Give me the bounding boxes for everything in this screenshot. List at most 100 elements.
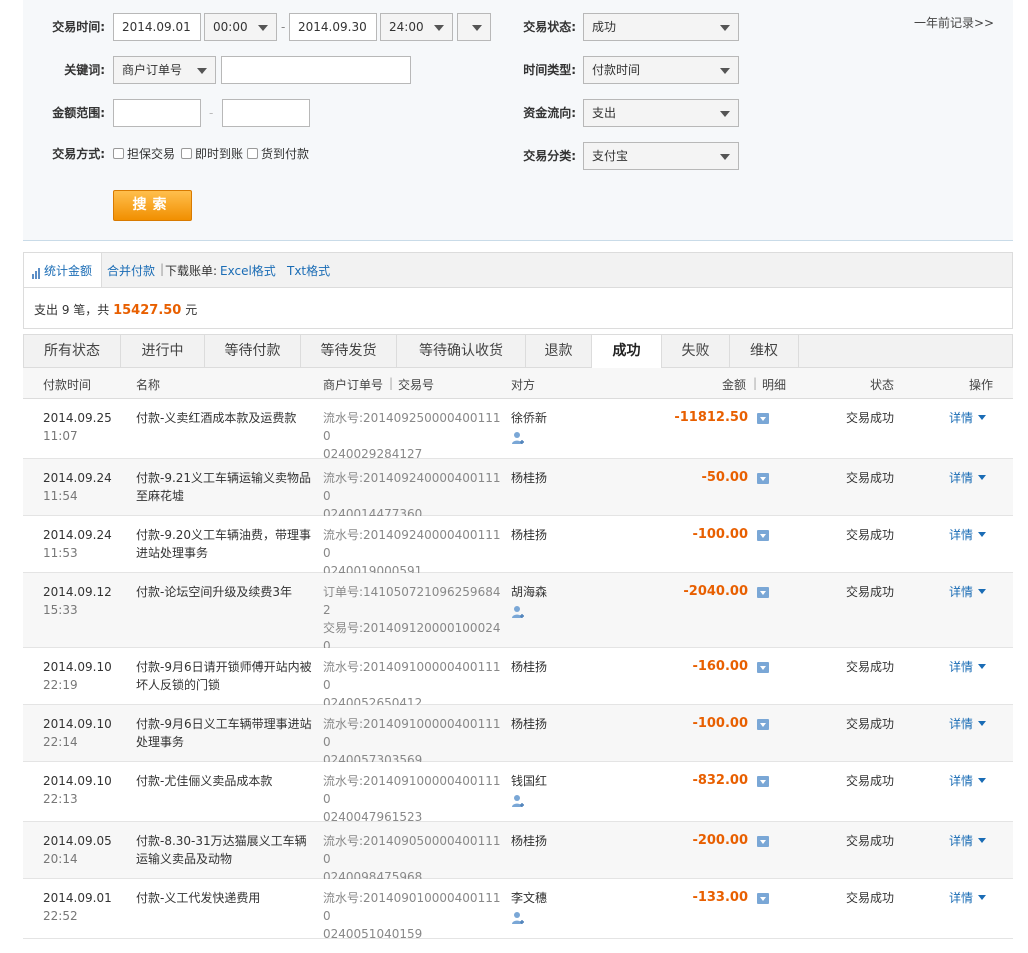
stat-amount-tab[interactable]: 统计金额 <box>32 262 92 279</box>
tab-success[interactable]: 成功 <box>592 335 662 369</box>
row-date: 2014.09.10 <box>43 717 112 731</box>
row-clock: 11:54 <box>43 489 78 503</box>
row-detail-label: 详情 <box>949 471 974 485</box>
col-trade-no: 交易号 <box>398 378 435 392</box>
row-status: 交易成功 <box>846 717 895 731</box>
merge-payment-link[interactable]: 合并付款 <box>107 262 155 279</box>
user-icon[interactable] <box>511 911 525 925</box>
col-party: 对方 <box>511 378 536 392</box>
end-time-value: 24:00 <box>389 20 424 34</box>
serial-line: 流水号:2014091000004001110 <box>323 717 501 749</box>
tab-failed[interactable]: 失败 <box>662 335 730 368</box>
tab-awaiting-shipment[interactable]: 等待发货 <box>301 335 397 368</box>
row-detail-link[interactable]: 详情 <box>949 409 987 427</box>
table-header: 付款时间 名称 商户订单号 | 交易号 对方 金额 | 明细 状态 操作 <box>23 368 1013 399</box>
row-detail-link[interactable]: 详情 <box>949 583 987 601</box>
mode-cod-checkbox[interactable]: 货到付款 <box>247 146 309 162</box>
mode-escrow-checkbox[interactable]: 担保交易 <box>113 146 175 162</box>
chevron-down-icon <box>978 778 987 783</box>
trade-status-label: 交易状态: <box>523 20 576 34</box>
tab-awaiting-receipt[interactable]: 等待确认收货 <box>397 335 526 368</box>
user-icon[interactable] <box>511 605 525 619</box>
row-detail-link[interactable]: 详情 <box>949 772 987 790</box>
amount-min-input[interactable] <box>113 99 201 127</box>
time-type-select[interactable]: 付款时间 <box>583 56 739 84</box>
row-detail-label: 详情 <box>949 774 974 788</box>
row-party-name: 胡海森 <box>511 585 548 599</box>
row-detail-link[interactable]: 详情 <box>949 889 987 907</box>
tab-dispute[interactable]: 维权 <box>730 335 799 368</box>
row-detail-link[interactable]: 详情 <box>949 469 987 487</box>
detail-dropdown-icon[interactable] <box>757 413 769 424</box>
row-time: 2014.09.12 15:33 <box>43 583 112 619</box>
excel-download-link[interactable]: Excel格式 <box>220 262 276 279</box>
chevron-down-icon <box>978 589 987 594</box>
row-serial: 流水号:2014090500004001110 0240098475968 <box>323 832 508 886</box>
end-time-select[interactable]: 24:00 <box>380 13 453 41</box>
detail-dropdown-icon[interactable] <box>757 719 769 730</box>
fund-flow-label: 资金流向: <box>523 106 576 120</box>
serial-line: 0240051040159 <box>323 927 423 941</box>
keyword-label: 关键词: <box>64 63 105 77</box>
row-amount: -100.00 <box>692 716 748 731</box>
user-icon[interactable] <box>511 794 525 808</box>
chevron-down-icon <box>197 68 207 74</box>
start-date-input[interactable]: 2014.09.01 <box>113 13 201 41</box>
summary-prefix: 支出 9 笔，共 <box>34 303 110 317</box>
table-row: 2014.09.24 11:53 付款-9.20义工车辆油费，带理事进站处理事务 流水… <box>23 516 1013 578</box>
row-date: 2014.09.12 <box>43 585 112 599</box>
detail-dropdown-icon[interactable] <box>757 893 769 904</box>
detail-dropdown-icon[interactable] <box>757 662 769 673</box>
category-value: 支付宝 <box>592 149 629 163</box>
mode-instant-checkbox[interactable]: 即时到账 <box>181 146 243 162</box>
toolbar: 统计金额 合并付款 | 下载账单: Excel格式 Txt格式 <box>23 252 1013 288</box>
user-icon[interactable] <box>511 431 525 445</box>
summary-unit: 元 <box>185 303 198 317</box>
row-detail-link[interactable]: 详情 <box>949 832 987 850</box>
row-status: 交易成功 <box>846 891 895 905</box>
trade-status-select[interactable]: 成功 <box>583 13 739 41</box>
col-time: 付款时间 <box>43 378 92 392</box>
row-clock: 11:07 <box>43 429 78 443</box>
detail-dropdown-icon[interactable] <box>757 530 769 541</box>
start-time-select[interactable]: 00:00 <box>204 13 277 41</box>
amount-max-input[interactable] <box>222 99 310 127</box>
chevron-down-icon <box>472 25 482 31</box>
row-name: 付款-义卖红酒成本款及运费款 <box>136 411 297 425</box>
search-button[interactable]: 搜索 <box>113 190 192 221</box>
table-row: 2014.09.25 11:07 付款-义卖红酒成本款及运费款 流水号:2014092… <box>23 399 1013 461</box>
trade-time-label: 交易时间: <box>52 20 105 34</box>
tab-refund[interactable]: 退款 <box>526 335 592 368</box>
row-date: 2014.09.10 <box>43 660 112 674</box>
chevron-down-icon <box>978 895 987 900</box>
row-date: 2014.09.01 <box>43 891 112 905</box>
txt-download-link[interactable]: Txt格式 <box>287 262 330 279</box>
detail-dropdown-icon[interactable] <box>757 776 769 787</box>
mode-cod-label: 货到付款 <box>261 147 310 161</box>
row-detail-label: 详情 <box>949 834 974 848</box>
fund-flow-select[interactable]: 支出 <box>583 99 739 127</box>
row-clock: 11:53 <box>43 546 78 560</box>
detail-dropdown-icon[interactable] <box>757 473 769 484</box>
tab-awaiting-payment[interactable]: 等待付款 <box>205 335 301 368</box>
tab-all[interactable]: 所有状态 <box>24 335 121 368</box>
past-year-records-link[interactable]: 一年前记录>> <box>914 14 994 31</box>
detail-dropdown-icon[interactable] <box>757 587 769 598</box>
keyword-input[interactable] <box>221 56 411 84</box>
row-serial: 流水号:2014090100004001110 0240051040159 <box>323 889 508 943</box>
row-detail-link[interactable]: 详情 <box>949 658 987 676</box>
keyword-type-select[interactable]: 商户订单号 <box>113 56 216 84</box>
category-select[interactable]: 支付宝 <box>583 142 739 170</box>
detail-dropdown-icon[interactable] <box>757 836 769 847</box>
tab-in-progress[interactable]: 进行中 <box>121 335 205 368</box>
row-detail-link[interactable]: 详情 <box>949 715 987 733</box>
row-serial: 流水号:2014091000004001110 0240052650412 <box>323 658 508 712</box>
end-date-input[interactable]: 2014.09.30 <box>289 13 377 41</box>
row-clock: 22:14 <box>43 735 78 749</box>
row-clock: 22:19 <box>43 678 78 692</box>
checkbox-icon <box>181 148 192 159</box>
row-serial: 流水号:2014091000004001110 0240057303569 <box>323 715 508 769</box>
row-detail-link[interactable]: 详情 <box>949 526 987 544</box>
row-party-name: 杨桂扬 <box>511 471 548 485</box>
row-party: 徐侨新 <box>511 409 547 445</box>
